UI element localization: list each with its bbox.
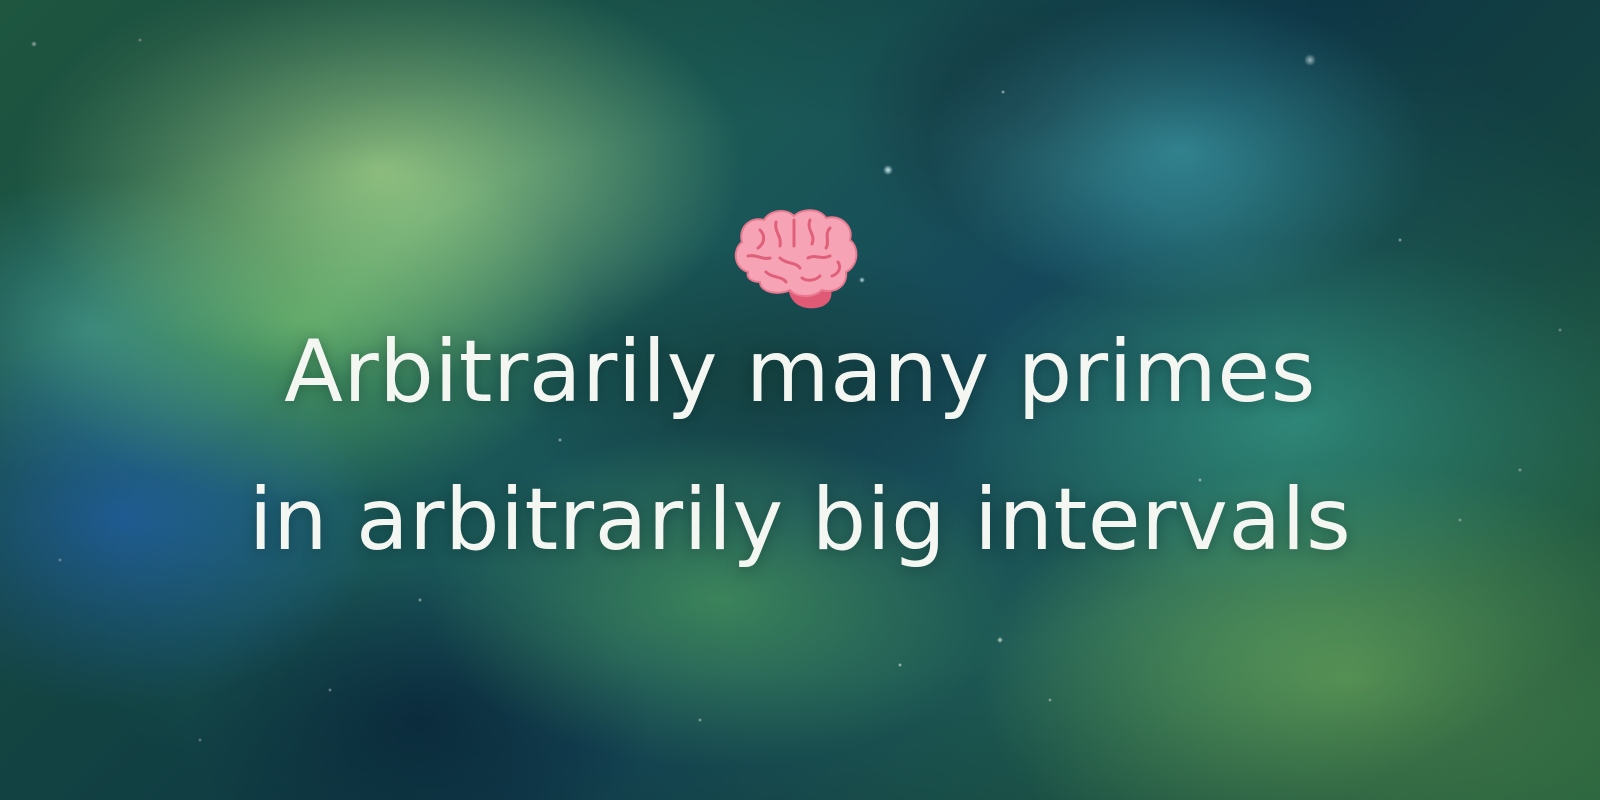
title-line-1: Arbitrarily many primes <box>284 322 1316 422</box>
title-content: Arbitrarily many primes in arbitrarily b… <box>0 0 1600 800</box>
title-card: Arbitrarily many primes in arbitrarily b… <box>0 0 1600 800</box>
brain-icon <box>734 209 858 309</box>
title-line-2: in arbitrarily big intervals <box>248 470 1352 570</box>
